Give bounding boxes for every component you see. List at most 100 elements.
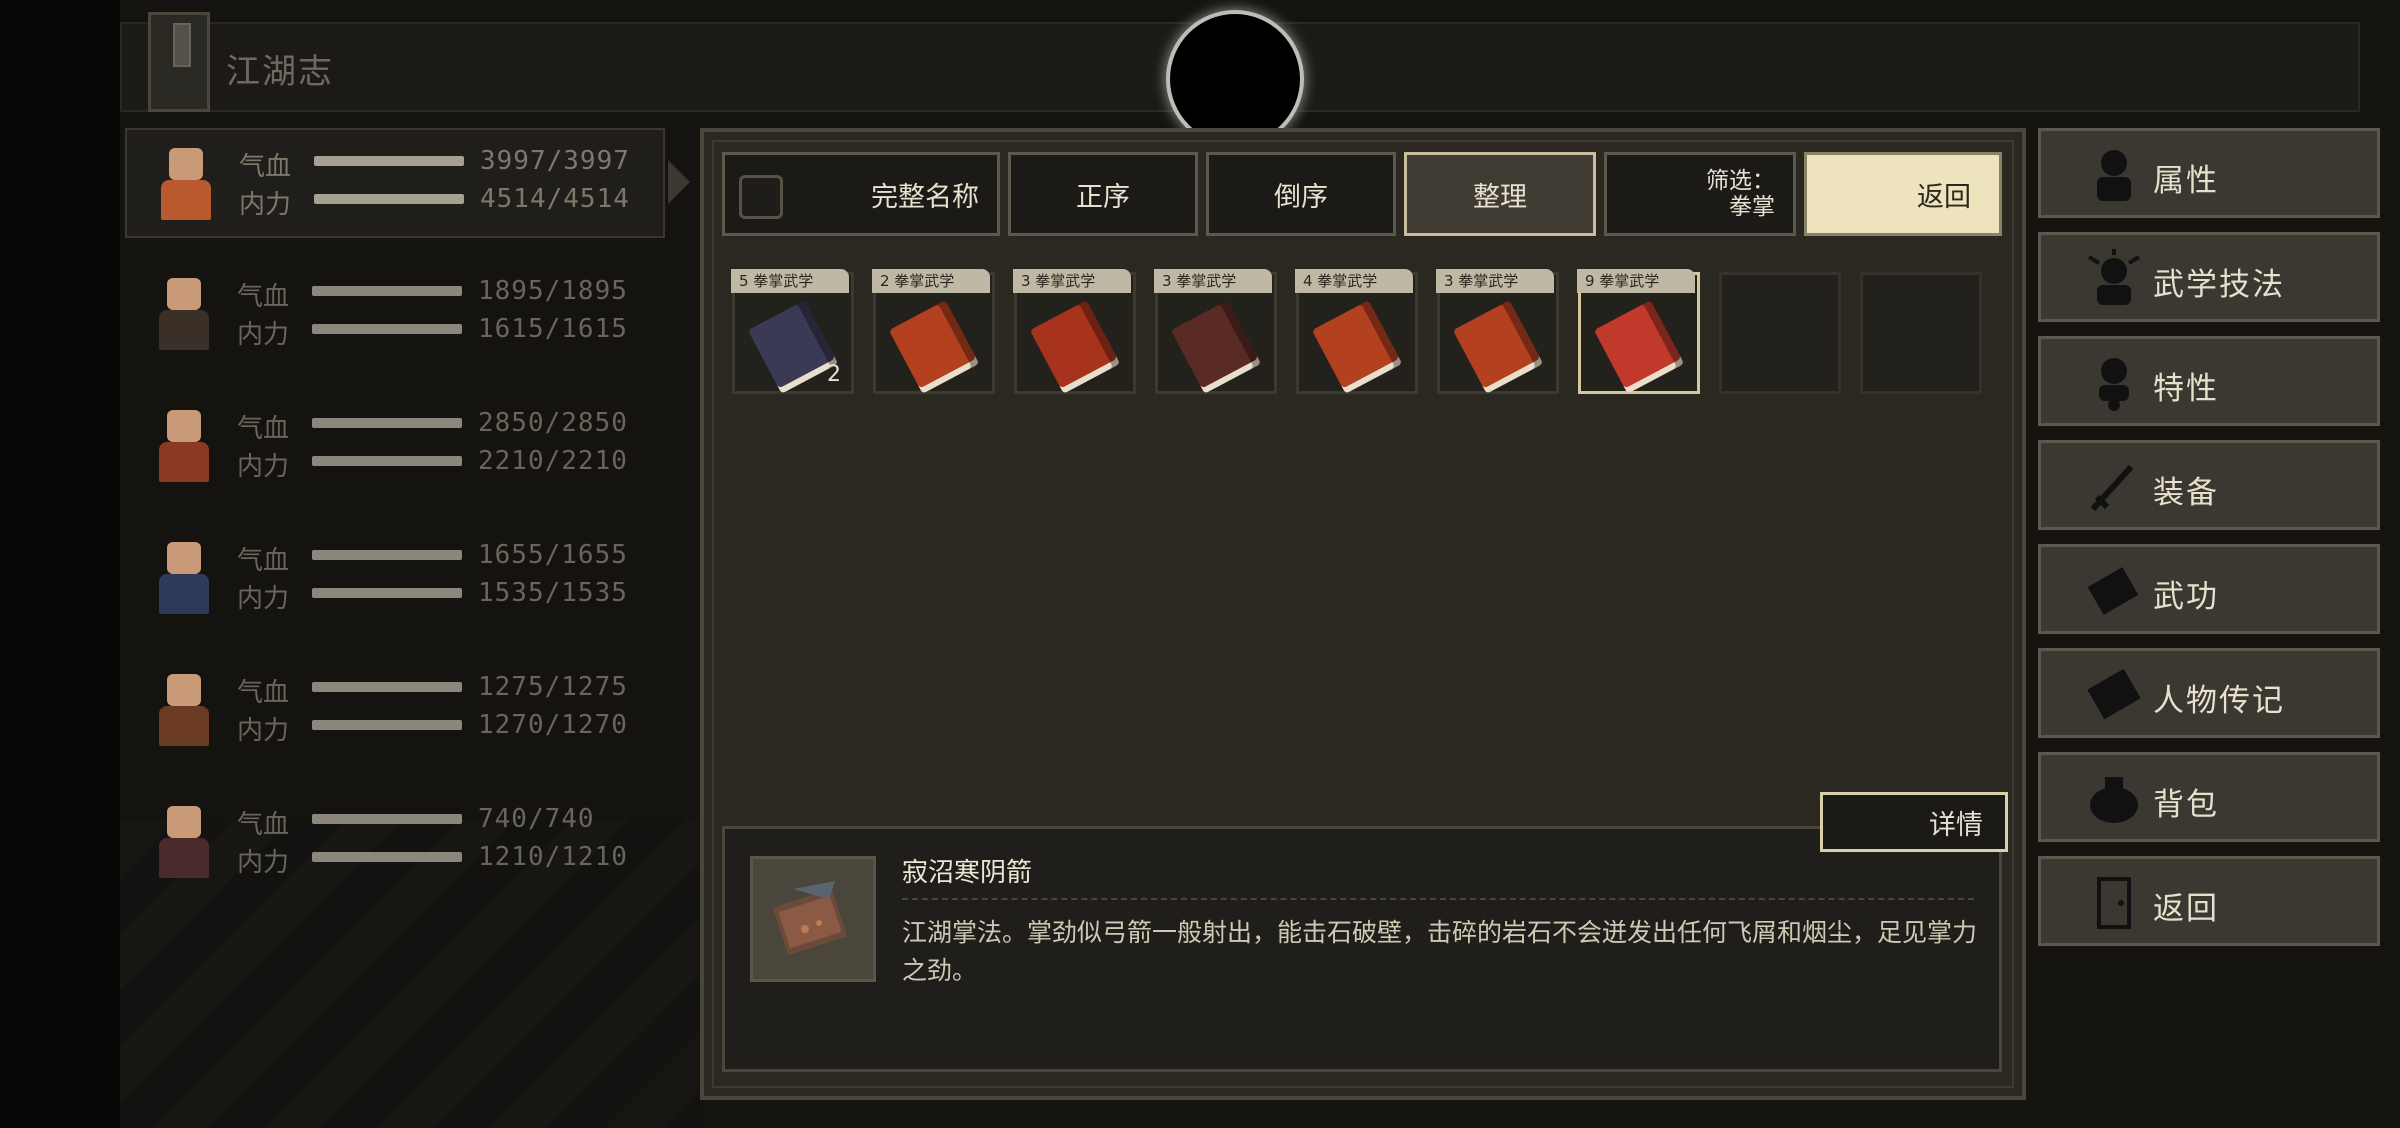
character-row[interactable]: 气血 1655/1655 内力 1535/1535 [125,524,665,634]
menu-martial-person[interactable]: 武学技法 [2038,232,2380,322]
hp-value: 1895/1895 [478,276,628,306]
mp-bar [314,194,464,204]
character-row[interactable]: 气血 3997/3997 内力 4514/4514 [125,128,665,238]
mp-label: 内力 [237,716,290,746]
avatar-head [167,410,201,442]
hp-label: 气血 [237,546,290,576]
menu-trait-person[interactable]: 特性 [2038,336,2380,426]
full-name-label: 完整名称 [871,181,979,213]
hp-value: 1275/1275 [478,672,628,702]
avatar-body [159,442,209,482]
item-slot[interactable]: 3 拳掌武学 [1154,269,1277,394]
filter-value: 拳掌 [1729,194,1775,220]
mp-bar [312,720,462,730]
empty-item-slot[interactable] [1860,272,1982,394]
menu-label: 背包 [2153,787,2219,823]
avatar-head [167,806,201,838]
hp-bar [312,286,462,296]
avatar-body [159,838,209,878]
filter-label: 筛选： [1706,168,1775,194]
menu-book[interactable]: 武功 [2038,544,2380,634]
red-book-icon [1029,300,1121,394]
selected-item-icon [750,856,876,982]
hp-label: 气血 [237,810,290,840]
item-slot[interactable]: 3 拳掌武学 [1013,269,1136,394]
organize-label: 整理 [1473,181,1527,213]
mp-label: 内力 [239,190,292,220]
item-slot[interactable]: 4 拳掌武学 [1295,269,1418,394]
avatar-body [159,706,209,746]
mp-value: 1270/1270 [478,710,628,740]
mp-bar [312,588,462,598]
hp-value: 3997/3997 [480,146,630,176]
item-tag: 4 拳掌武学 [1295,269,1413,293]
mp-bar [312,324,462,334]
menu-bag[interactable]: 背包 [2038,752,2380,842]
sword-icon [2090,464,2134,512]
martial-person-icon [2087,249,2141,305]
organize-button[interactable]: 整理 [1404,152,1596,236]
avatar-body [161,180,211,220]
sort-descending-button[interactable]: 倒序 [1206,152,1396,236]
character-row[interactable]: 气血 1275/1275 内力 1270/1270 [125,656,665,766]
menu-person[interactable]: 属性 [2038,128,2380,218]
details-label: 详情 [1929,809,1983,841]
full-name-toggle[interactable]: 完整名称 [722,152,1000,236]
menu-label: 人物传记 [2153,683,2285,719]
mp-value: 4514/4514 [480,184,630,214]
character-avatar [139,138,231,230]
hp-bar [312,550,462,560]
empty-item-slot[interactable] [1719,272,1841,394]
item-slot[interactable]: 5 拳掌武学 2 [731,269,854,394]
dark-book-icon [1170,300,1262,394]
hp-bar [312,682,462,692]
character-row[interactable]: 气血 1895/1895 内力 1615/1615 [125,260,665,370]
menu-sword[interactable]: 装备 [2038,440,2380,530]
menu-label: 装备 [2153,475,2219,511]
character-row[interactable]: 气血 2850/2850 内力 2210/2210 [125,392,665,502]
character-avatar [137,400,229,492]
scroll-dark-icon [747,300,839,394]
character-avatar [137,268,229,360]
sort-ascending-button[interactable]: 正序 [1008,152,1198,236]
broken-scroll-icon [1593,300,1685,394]
sort-descending-label: 倒序 [1274,181,1328,213]
character-row[interactable]: 气血 740/740 内力 1210/1210 [125,788,665,898]
avatar-body [159,574,209,614]
hp-value: 740/740 [478,804,595,834]
red-book-icon [1452,300,1544,394]
menu-label: 返回 [2153,891,2219,927]
character-avatar [137,664,229,756]
item-tag: 9 拳掌武学 [1577,269,1695,293]
item-slot[interactable]: 2 拳掌武学 [872,269,995,394]
menu-scroll[interactable]: 人物传记 [2038,648,2380,738]
mp-label: 内力 [237,584,290,614]
details-button[interactable]: 详情 [1820,792,2008,852]
divider [902,898,1974,900]
menu-door[interactable]: 返回 [2038,856,2380,946]
person-icon [2097,150,2131,201]
red-scroll-icon [1311,300,1403,394]
page-title: 江湖志 [226,52,334,92]
avatar-head [167,278,201,310]
item-slot[interactable]: 9 拳掌武学 [1577,269,1700,394]
bag-icon [2090,777,2138,823]
item-count: 2 [827,362,841,387]
hp-bar [312,418,462,428]
hp-bar [312,814,462,824]
item-slot[interactable]: 3 拳掌武学 [1436,269,1559,394]
hp-label: 气血 [237,678,290,708]
filter-button[interactable]: 筛选： 拳掌 [1604,152,1796,236]
full-name-checkbox[interactable] [739,175,783,219]
scroll-icon [2087,668,2141,720]
item-tag: 3 拳掌武学 [1154,269,1272,293]
back-button[interactable]: 返回 [1804,152,2002,236]
item-tag: 3 拳掌武学 [1013,269,1131,293]
menu-label: 属性 [2153,163,2219,199]
book-icon [2087,567,2139,615]
avatar-head [169,148,203,180]
red-book-icon [888,300,980,394]
hp-label: 气血 [239,152,292,182]
moon-icon [1170,14,1300,144]
hp-bar [314,156,464,166]
